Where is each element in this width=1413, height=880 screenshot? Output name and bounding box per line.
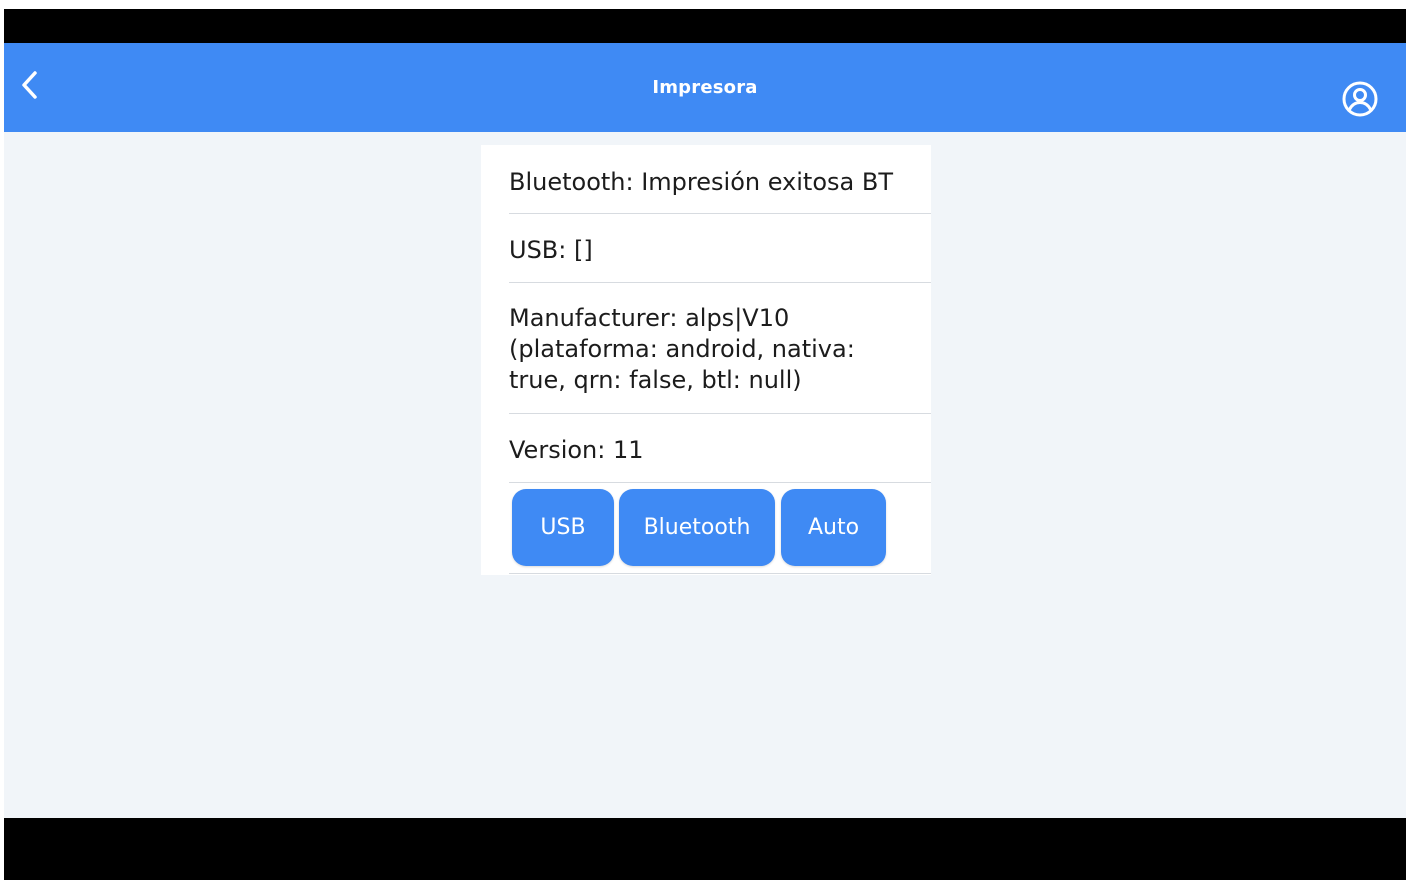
auto-button[interactable]: Auto <box>781 489 886 566</box>
app-bar: Impresora <box>4 43 1406 132</box>
status-bar <box>4 9 1406 43</box>
device-screen: Impresora Bluetooth: Impresión exitosa B… <box>4 9 1406 880</box>
version-item: Version: 11 <box>509 414 931 483</box>
content-area: Bluetooth: Impresión exitosa BT USB: [] … <box>4 132 1406 818</box>
version-text: Version: 11 <box>509 436 644 464</box>
page-title-text: Impresora <box>652 77 758 98</box>
account-circle-icon <box>1341 80 1379 122</box>
printer-info-card: Bluetooth: Impresión exitosa BT USB: [] … <box>481 145 931 575</box>
usb-status-text: USB: [] <box>509 236 593 264</box>
usb-button[interactable]: USB <box>512 489 614 566</box>
print-mode-buttons: USB Bluetooth Auto <box>509 483 931 574</box>
navigation-bar <box>4 818 1406 880</box>
usb-status-item: USB: [] <box>509 214 931 283</box>
back-button[interactable] <box>12 69 48 105</box>
bluetooth-button[interactable]: Bluetooth <box>619 489 775 566</box>
manufacturer-text: Manufacturer: alps|V10 (plataforma: andr… <box>509 304 855 394</box>
bluetooth-status-item: Bluetooth: Impresión exitosa BT <box>509 145 931 214</box>
manufacturer-item: Manufacturer: alps|V10 (plataforma: andr… <box>509 283 931 414</box>
account-button[interactable] <box>1340 81 1380 121</box>
bluetooth-status-text: Bluetooth: Impresión exitosa BT <box>509 168 893 196</box>
chevron-left-icon <box>18 69 42 105</box>
page-title: Impresora <box>4 43 1406 132</box>
